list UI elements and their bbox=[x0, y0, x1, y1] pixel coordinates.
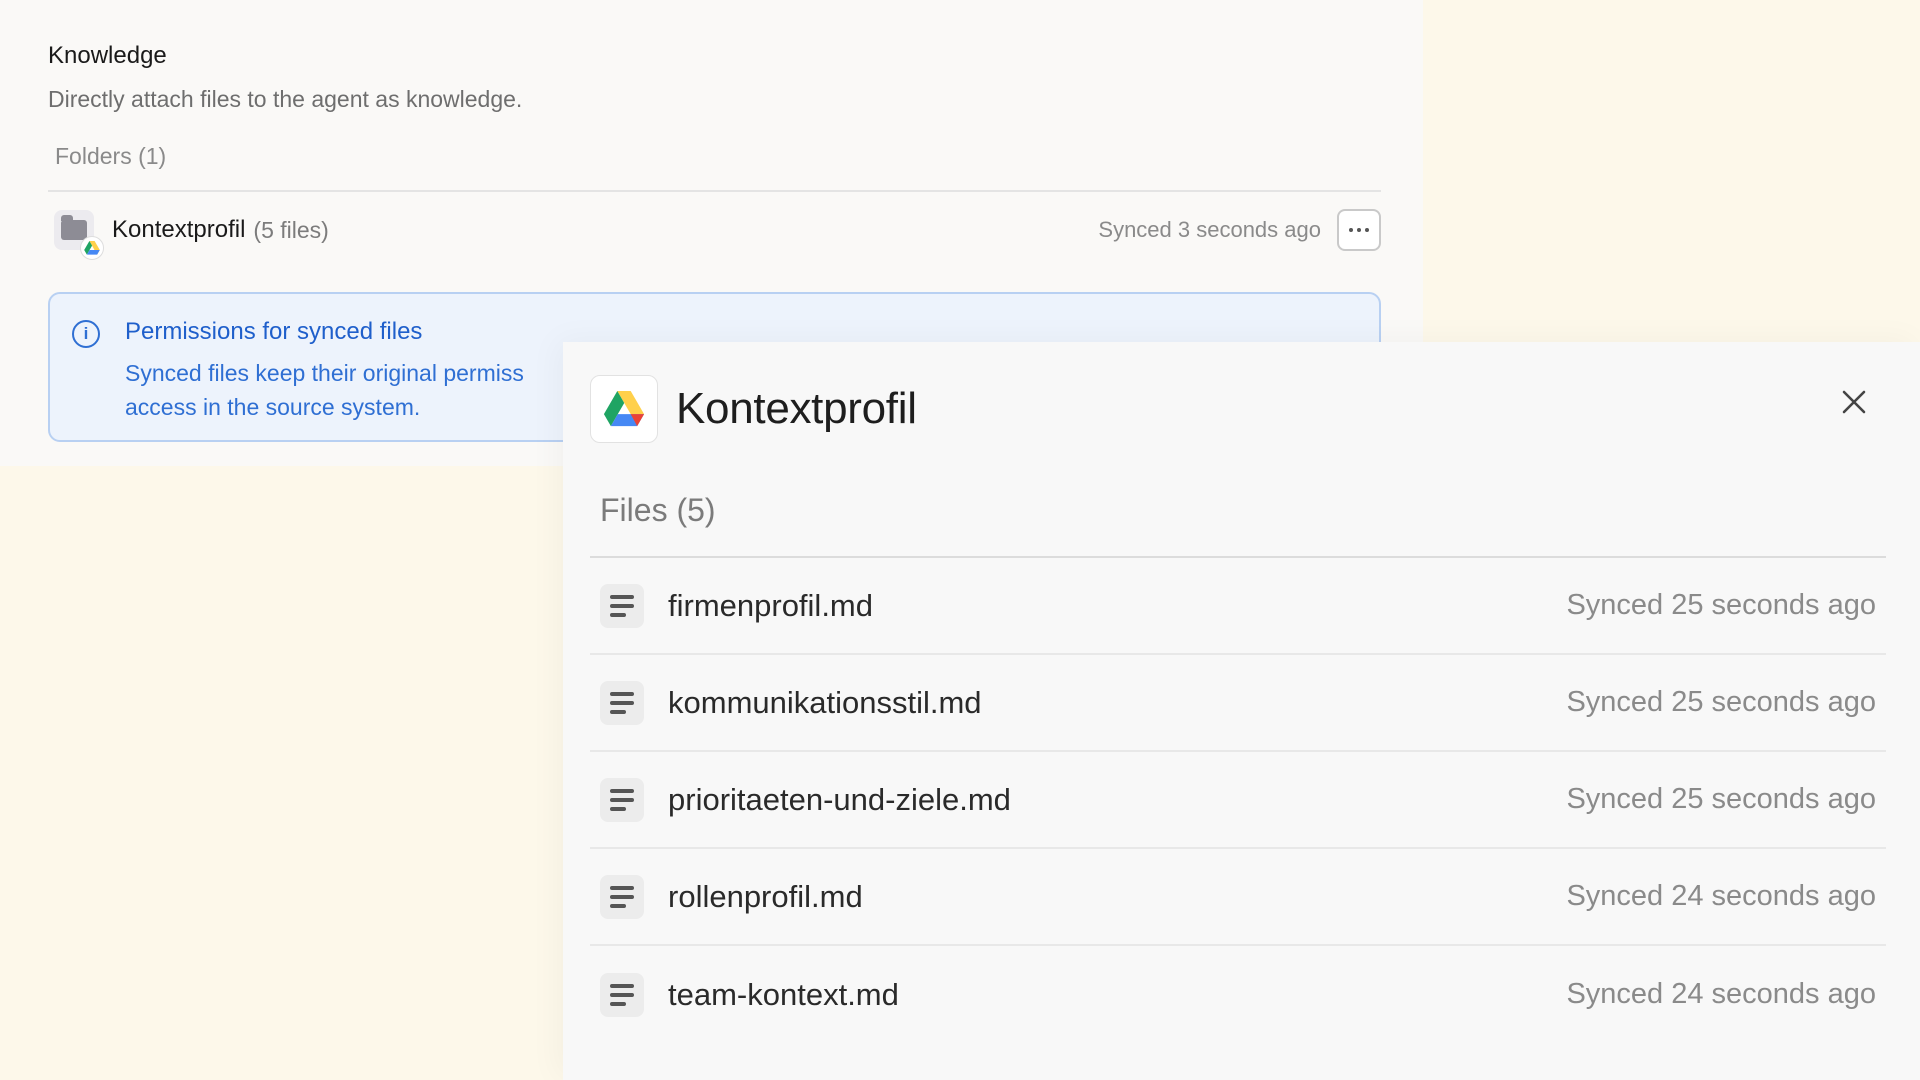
close-icon bbox=[1842, 390, 1866, 414]
knowledge-title: Knowledge bbox=[48, 42, 167, 69]
google-drive-icon bbox=[80, 236, 104, 260]
document-icon bbox=[600, 777, 644, 822]
list-item[interactable]: firmenprofil.md Synced 25 seconds ago bbox=[590, 558, 1886, 655]
more-options-button[interactable] bbox=[1337, 209, 1381, 251]
files-label: Files (5) bbox=[600, 492, 716, 528]
file-sync-status: Synced 25 seconds ago bbox=[1566, 783, 1876, 815]
document-icon bbox=[600, 874, 644, 919]
ellipsis-icon bbox=[1349, 228, 1353, 232]
folder-row[interactable]: Kontextprofil (5 files) Synced 3 seconds… bbox=[48, 192, 1381, 268]
document-icon bbox=[600, 680, 644, 725]
google-drive-icon bbox=[590, 375, 658, 443]
file-sync-status: Synced 25 seconds ago bbox=[1566, 686, 1876, 718]
info-icon: i bbox=[72, 320, 100, 348]
file-name[interactable]: firmenprofil.md bbox=[668, 588, 873, 624]
folder-file-count: (5 files) bbox=[253, 216, 329, 243]
close-button[interactable] bbox=[1836, 384, 1872, 420]
folder-name[interactable]: Kontextprofil bbox=[112, 216, 245, 244]
list-item[interactable]: team-kontext.md Synced 24 seconds ago bbox=[590, 946, 1886, 1043]
list-item[interactable]: kommunikationsstil.md Synced 25 seconds … bbox=[590, 655, 1886, 752]
folder-icon bbox=[54, 210, 104, 260]
knowledge-description: Directly attach files to the agent as kn… bbox=[48, 86, 523, 112]
document-icon bbox=[600, 972, 644, 1017]
file-name[interactable]: rollenprofil.md bbox=[668, 879, 863, 915]
list-item[interactable]: rollenprofil.md Synced 24 seconds ago bbox=[590, 849, 1886, 946]
folders-label: Folders (1) bbox=[55, 143, 167, 169]
list-item[interactable]: prioritaeten-und-ziele.md Synced 25 seco… bbox=[590, 752, 1886, 849]
panel-title: Kontextprofil bbox=[676, 384, 917, 433]
panel-header: Kontextprofil bbox=[563, 342, 1920, 470]
file-name[interactable]: kommunikationsstil.md bbox=[668, 685, 982, 721]
file-sync-status: Synced 25 seconds ago bbox=[1566, 589, 1876, 621]
file-name[interactable]: prioritaeten-und-ziele.md bbox=[668, 782, 1011, 818]
file-sync-status: Synced 24 seconds ago bbox=[1566, 978, 1876, 1010]
document-icon bbox=[600, 583, 644, 628]
file-sync-status: Synced 24 seconds ago bbox=[1566, 880, 1876, 912]
folder-detail-panel: Kontextprofil Files (5) firmenprofil.md … bbox=[563, 342, 1920, 1080]
file-list: firmenprofil.md Synced 25 seconds ago ko… bbox=[590, 558, 1886, 1043]
folder-sync-status: Synced 3 seconds ago bbox=[1098, 217, 1321, 242]
file-name[interactable]: team-kontext.md bbox=[668, 977, 899, 1013]
